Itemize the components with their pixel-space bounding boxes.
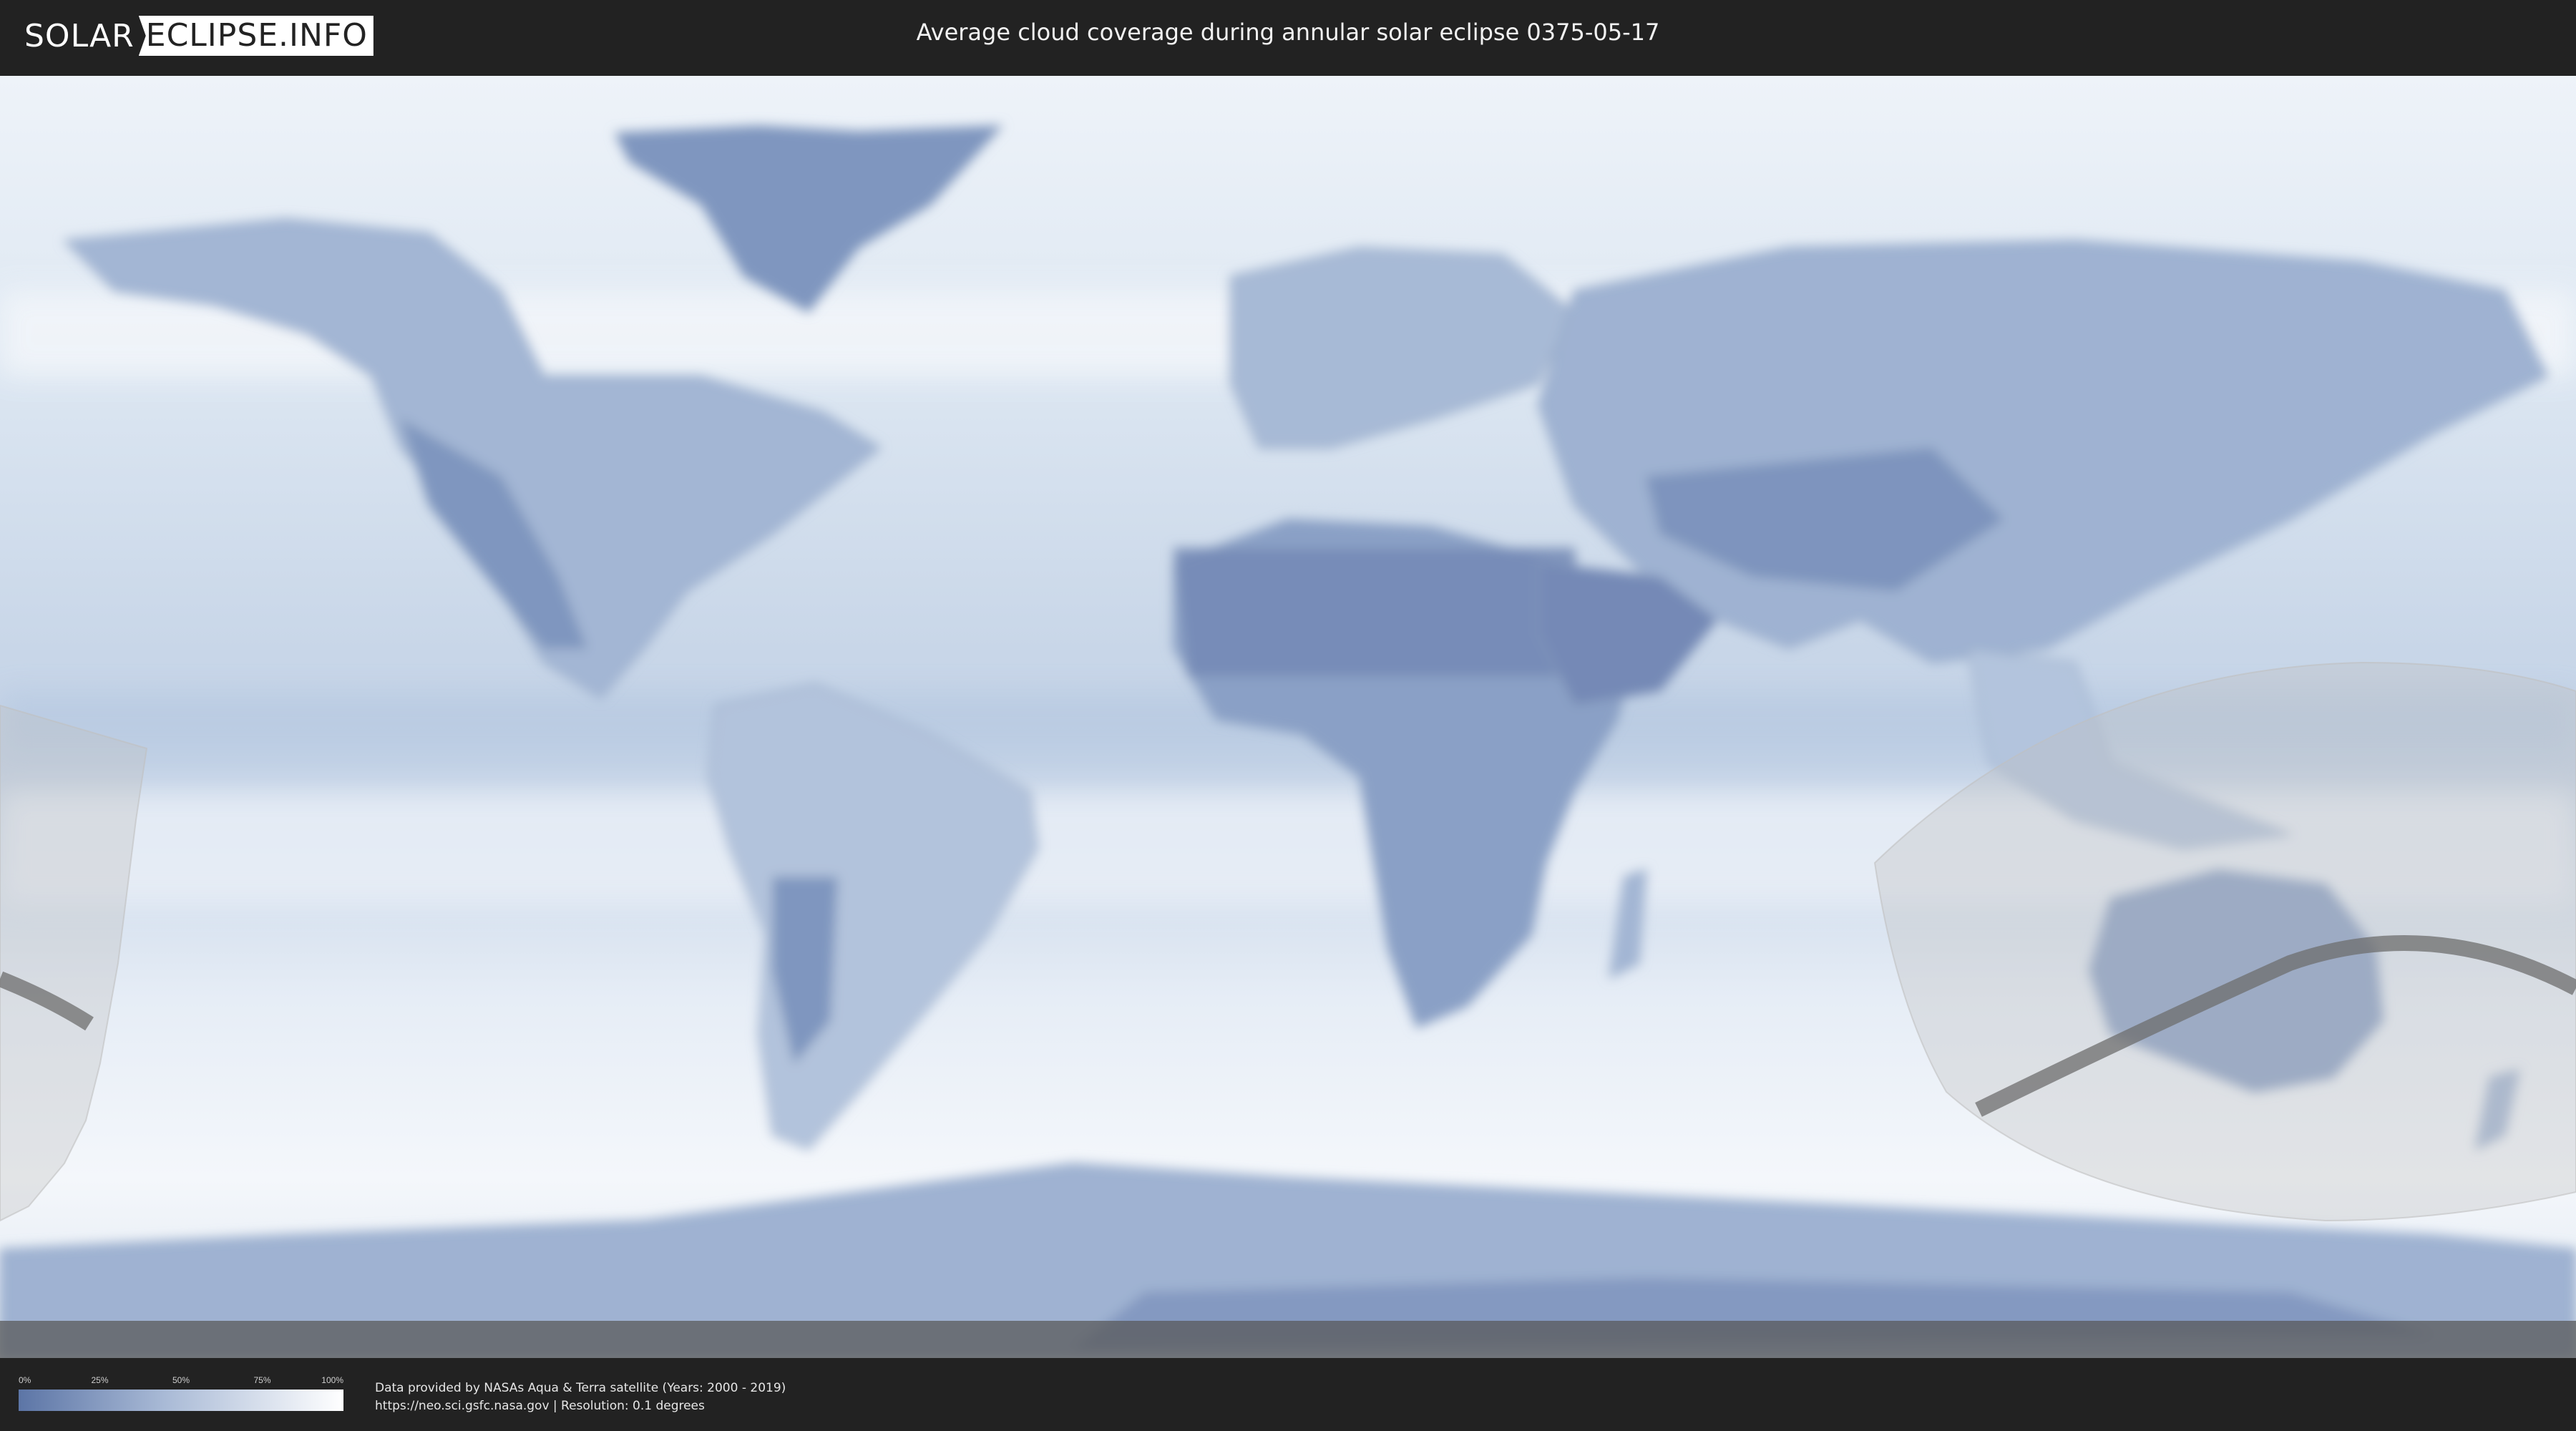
credit-line: Data provided by NASAs Aqua & Terra sate… <box>375 1381 786 1395</box>
legend-tick: 50% <box>172 1375 190 1385</box>
cloud-coverage-legend: 0% 25% 50% 75% 100% <box>19 1375 343 1411</box>
cloud-coverage-map[interactable] <box>0 76 2576 1358</box>
page-title: Average cloud coverage during annular so… <box>916 19 1660 46</box>
legend-tick: 25% <box>91 1375 109 1385</box>
legend-color-bar <box>19 1390 343 1411</box>
legend-tick: 100% <box>321 1375 343 1385</box>
map-bottom-edge <box>0 1321 2576 1358</box>
legend-tick: 0% <box>19 1375 31 1385</box>
data-credits: Data provided by NASAs Aqua & Terra sate… <box>375 1379 786 1415</box>
footer-bar: 0% 25% 50% 75% 100% Data provided by NAS… <box>0 1358 2576 1431</box>
map-svg <box>0 76 2576 1358</box>
legend-tick: 75% <box>253 1375 271 1385</box>
header-bar: SOLAR ECLIPSE.INFO Average cloud coverag… <box>0 0 2576 70</box>
source-link[interactable]: https://neo.sci.gsfc.nasa.gov | Resoluti… <box>375 1397 786 1415</box>
legend-ticks: 0% 25% 50% 75% 100% <box>19 1375 343 1387</box>
